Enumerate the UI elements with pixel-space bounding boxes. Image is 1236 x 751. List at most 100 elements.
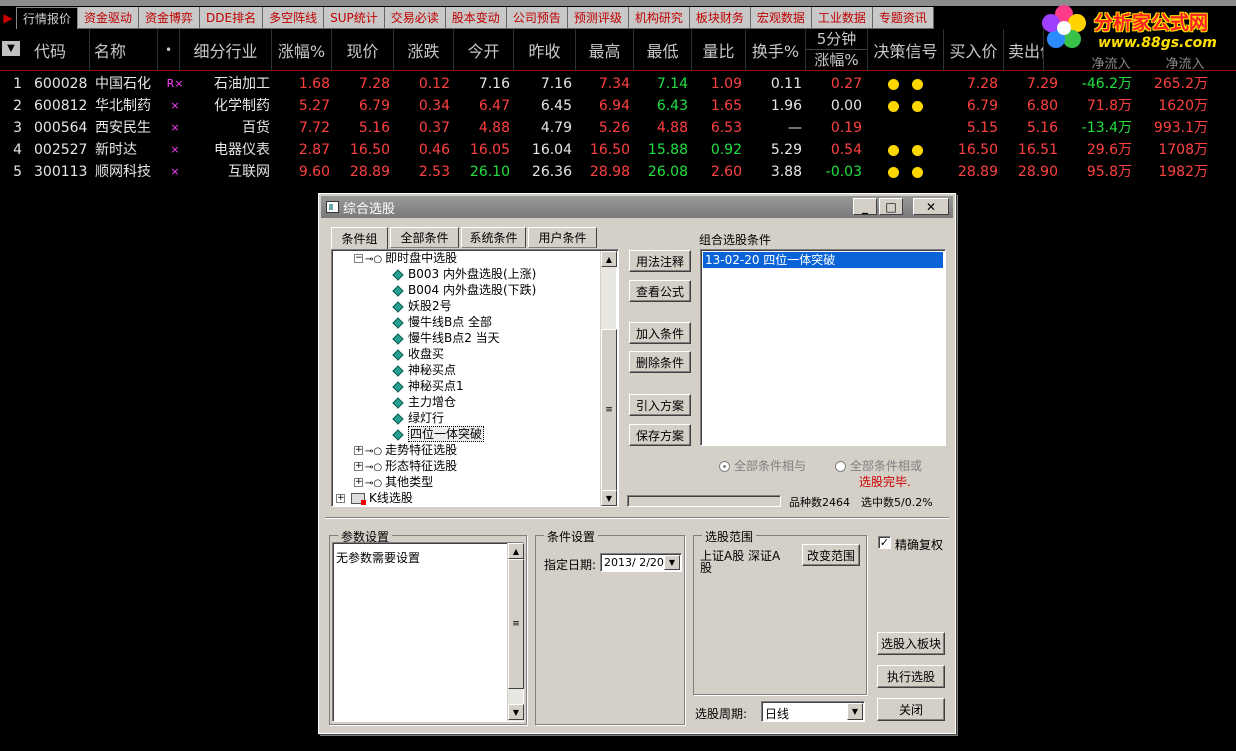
col-open[interactable]: 今开 bbox=[454, 29, 514, 71]
col-low[interactable]: 最低 bbox=[634, 29, 692, 71]
to-block-button[interactable]: 选股入板块 bbox=[877, 632, 945, 655]
param-scroll-thumb[interactable]: ≡ bbox=[508, 559, 524, 689]
subtab-system-conditions[interactable]: 系统条件 bbox=[461, 227, 526, 248]
tab-fund-game[interactable]: 资金博弈 bbox=[139, 7, 201, 29]
tree-condition-item[interactable]: 神秘买点 bbox=[392, 362, 456, 378]
add-condition-button[interactable]: 加入条件 bbox=[629, 322, 691, 344]
tree-condition-item[interactable]: 四位一体突破 bbox=[392, 426, 485, 442]
key-folder-icon: ⊸○ bbox=[365, 254, 383, 265]
date-picker[interactable]: 2013/ 2/20 ▼ bbox=[600, 553, 682, 572]
cell-open: 16.05 bbox=[469, 142, 510, 158]
tab-long-short[interactable]: 多空阵线 bbox=[263, 7, 325, 29]
run-screen-button[interactable]: 执行选股 bbox=[877, 665, 945, 688]
delete-condition-button[interactable]: 删除条件 bbox=[629, 351, 691, 373]
status-text: 选股完毕. bbox=[859, 475, 911, 489]
table-row[interactable]: 5 300113 顺网科技 × 互联网 9.60 28.89 2.53 26.10 26.36 28… bbox=[0, 161, 1236, 183]
exact-adjust-checkbox[interactable]: ✓ bbox=[878, 536, 891, 549]
close-dialog-button[interactable]: 关闭 bbox=[877, 698, 945, 721]
scroll-up-icon[interactable]: ▲ bbox=[601, 251, 617, 267]
tree-group-item[interactable]: + ⊸○ 走势特征选股 bbox=[354, 442, 457, 458]
tree-condition-item[interactable]: 主力增仓 bbox=[392, 394, 456, 410]
col-turnover[interactable]: 换手% bbox=[746, 29, 806, 71]
col-five-min[interactable]: 5分钟 涨幅% bbox=[806, 29, 868, 71]
cell-flag: R× bbox=[166, 77, 184, 90]
tree-group-item[interactable]: − ⊸○ 即时盘中选股 bbox=[354, 250, 457, 266]
dialog-titlebar[interactable]: 综合选股 _ □ ✕ bbox=[321, 196, 953, 218]
period-select[interactable]: 日线 ▼ bbox=[761, 701, 865, 722]
tab-company-forecast[interactable]: 公司预告 bbox=[506, 7, 568, 29]
usage-note-button[interactable]: 用法注释 bbox=[629, 250, 691, 272]
tree-condition-item[interactable]: 妖股2号 bbox=[392, 298, 452, 314]
col-high[interactable]: 最高 bbox=[576, 29, 634, 71]
cell-vol-ratio: 6.53 bbox=[710, 120, 742, 136]
col-price[interactable]: 现价 bbox=[332, 29, 394, 71]
combo-conditions-list[interactable]: 13-02-20 四位一体突破 bbox=[700, 249, 946, 446]
tab-block-finance[interactable]: 板块财务 bbox=[689, 7, 751, 29]
tree-condition-item[interactable]: 神秘买点1 bbox=[392, 378, 464, 394]
tree-group-item[interactable]: + ⊸○ 其他类型 bbox=[354, 474, 433, 490]
tab-institution[interactable]: 机构研究 bbox=[628, 7, 690, 29]
condition-tree[interactable]: − ⊸○ 即时盘中选股 B003 内外盘选股(上涨) B004 内外盘选股(下跌) 妖股2… bbox=[331, 249, 619, 507]
expand-icon[interactable]: + bbox=[336, 494, 345, 503]
col-vol-ratio[interactable]: 量比 bbox=[692, 29, 746, 71]
tree-condition-item[interactable]: 慢牛线B点 全部 bbox=[392, 314, 492, 330]
col-change[interactable]: 涨跌 bbox=[394, 29, 454, 71]
sort-dropdown-icon[interactable]: ▼ bbox=[2, 41, 20, 56]
change-range-button[interactable]: 改变范围 bbox=[802, 544, 860, 566]
tab-trading-read[interactable]: 交易必读 bbox=[384, 7, 446, 29]
tree-group-item[interactable]: + ⊸○ 形态特征选股 bbox=[354, 458, 457, 474]
table-row[interactable]: 3 000564 西安民生 × 百货 7.72 5.16 0.37 4.88 4.79 5.26 4.… bbox=[0, 117, 1236, 139]
tab-share-change[interactable]: 股本变动 bbox=[445, 7, 507, 29]
radio-or-label: 全部条件相或 bbox=[850, 459, 923, 473]
minimize-icon[interactable]: _ bbox=[853, 198, 877, 215]
col-code[interactable]: 代码 bbox=[26, 29, 90, 71]
import-plan-button[interactable]: 引入方案 bbox=[629, 394, 691, 416]
radio-or[interactable]: 全部条件相或 bbox=[835, 457, 922, 474]
tree-condition-item[interactable]: 绿灯行 bbox=[392, 410, 444, 426]
tab-special[interactable]: 专题资讯 bbox=[872, 7, 934, 29]
expand-icon[interactable]: + bbox=[354, 462, 363, 471]
tab-macro[interactable]: 宏观数据 bbox=[750, 7, 812, 29]
tab-quotes[interactable]: 行情报价 bbox=[16, 7, 79, 29]
scroll-down-icon[interactable]: ▼ bbox=[601, 490, 617, 506]
col-prev-close[interactable]: 昨收 bbox=[514, 29, 576, 71]
tree-condition-item[interactable]: 慢牛线B点2 当天 bbox=[392, 330, 500, 346]
combo-condition-item[interactable]: 13-02-20 四位一体突破 bbox=[703, 252, 943, 268]
tree-scrollbar[interactable]: ▲ ≡ ▼ bbox=[600, 251, 617, 506]
param-scrollbar[interactable]: ▲ ≡ ▼ bbox=[507, 543, 524, 721]
tab-scroll-arrow-icon[interactable]: ▶ bbox=[0, 7, 16, 29]
collapse-icon[interactable]: − bbox=[354, 254, 363, 263]
tree-group-item[interactable]: + K线选股 bbox=[336, 490, 413, 506]
tree-condition-item[interactable]: B004 内外盘选股(下跌) bbox=[392, 282, 536, 298]
col-industry[interactable]: 细分行业 bbox=[180, 29, 272, 71]
table-row[interactable]: 2 600812 华北制药 × 化学制药 5.27 6.79 0.34 6.47 6.45 6.94… bbox=[0, 95, 1236, 117]
maximize-icon[interactable]: □ bbox=[879, 198, 903, 215]
col-signal[interactable]: 决策信号 bbox=[868, 29, 944, 71]
subtab-all-conditions[interactable]: 全部条件 bbox=[390, 227, 459, 248]
tree-condition-item[interactable]: B003 内外盘选股(上涨) bbox=[392, 266, 536, 282]
subtab-user-conditions[interactable]: 用户条件 bbox=[528, 227, 597, 248]
date-dropdown-icon[interactable]: ▼ bbox=[664, 555, 680, 570]
tab-fund-drive[interactable]: 资金驱动 bbox=[78, 7, 140, 29]
table-row[interactable]: 1 600028 中国石化 R× 石油加工 1.68 7.28 0.12 7.16 7.16 7.3… bbox=[0, 73, 1236, 95]
radio-and[interactable]: 全部条件相与 bbox=[719, 457, 806, 474]
tab-rating[interactable]: 预测评级 bbox=[567, 7, 629, 29]
table-row[interactable]: 4 002527 新时达 × 电器仪表 2.87 16.50 0.46 16.05 16.04 16… bbox=[0, 139, 1236, 161]
expand-icon[interactable]: + bbox=[354, 446, 363, 455]
col-change-pct[interactable]: 涨幅% bbox=[272, 29, 332, 71]
col-name[interactable]: 名称 bbox=[90, 29, 158, 71]
scroll-thumb[interactable]: ≡ bbox=[601, 329, 617, 491]
view-formula-button[interactable]: 查看公式 bbox=[629, 280, 691, 302]
tree-condition-item[interactable]: 收盘买 bbox=[392, 346, 444, 362]
tab-sup-stats[interactable]: SUP统计 bbox=[324, 7, 385, 29]
expand-icon[interactable]: + bbox=[354, 478, 363, 487]
subtab-condition-group[interactable]: 条件组 bbox=[331, 227, 388, 249]
param-scroll-down-icon[interactable]: ▼ bbox=[508, 704, 524, 720]
save-plan-button[interactable]: 保存方案 bbox=[629, 424, 691, 446]
close-icon[interactable]: ✕ bbox=[913, 198, 949, 215]
tab-industry[interactable]: 工业数据 bbox=[811, 7, 873, 29]
period-dropdown-icon[interactable]: ▼ bbox=[847, 703, 863, 720]
param-scroll-up-icon[interactable]: ▲ bbox=[508, 543, 524, 559]
col-bid[interactable]: 买入价 bbox=[944, 29, 1004, 71]
tab-dde-rank[interactable]: DDE排名 bbox=[200, 7, 264, 29]
